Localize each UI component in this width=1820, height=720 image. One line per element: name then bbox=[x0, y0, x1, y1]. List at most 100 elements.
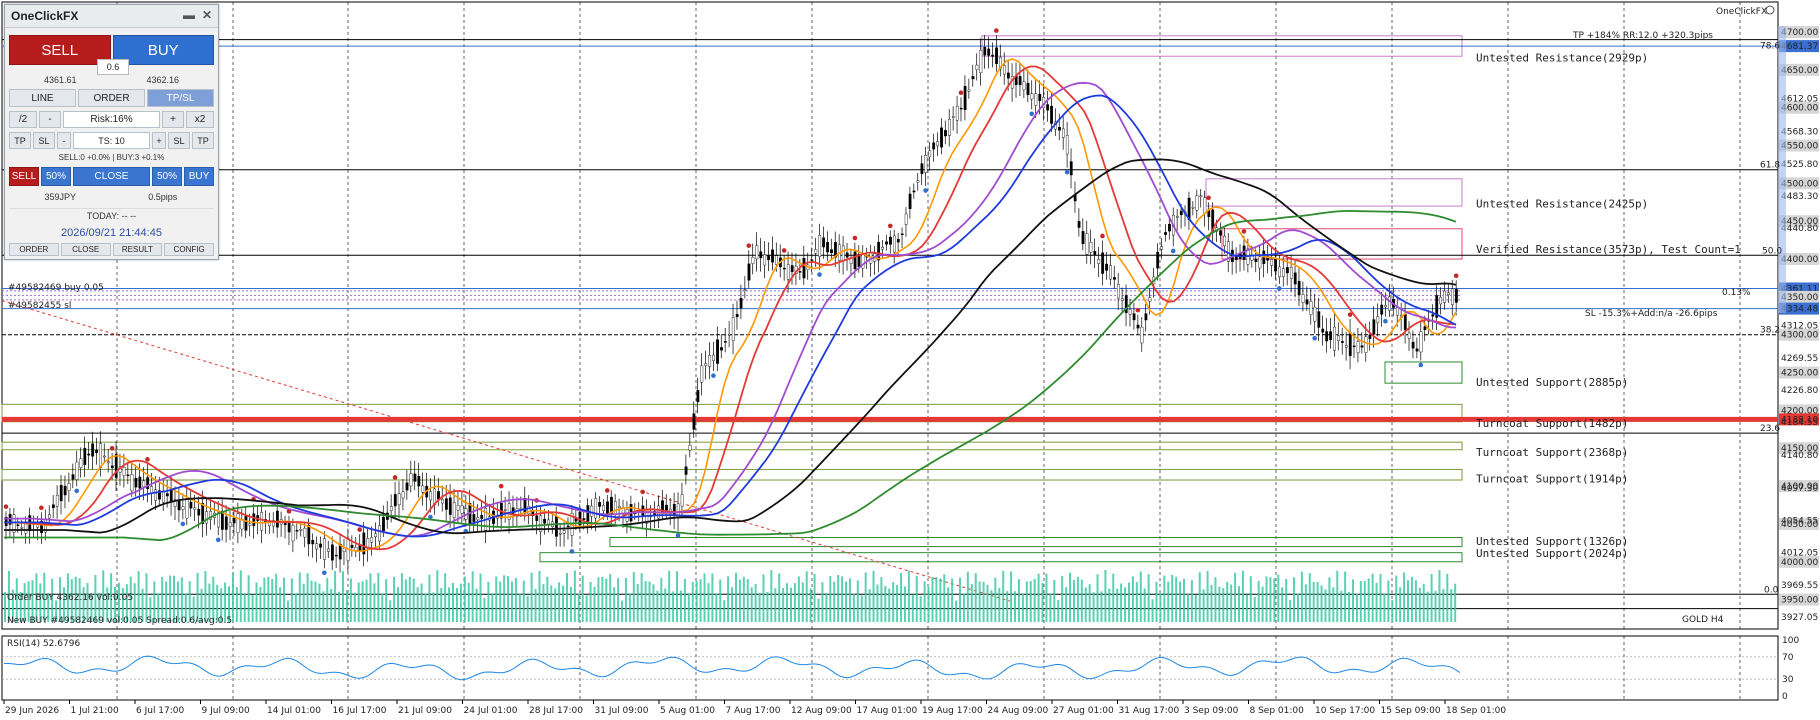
volume-bar-292 bbox=[1151, 599, 1154, 622]
candle-body-245 bbox=[967, 89, 971, 92]
volume-bar-282 bbox=[1112, 573, 1115, 622]
candle-body-288 bbox=[1136, 324, 1140, 329]
candle-body-182 bbox=[720, 347, 723, 351]
candle-body-302 bbox=[1191, 207, 1195, 209]
candle-body-305 bbox=[1203, 197, 1207, 214]
volume-bar-180 bbox=[711, 573, 714, 622]
close-all-button[interactable]: CLOSE bbox=[73, 167, 150, 186]
panel-title-bar[interactable]: OneClickFX ▬ ✕ bbox=[5, 5, 218, 28]
time-label-1: 1 Jul 21:00 bbox=[71, 706, 120, 716]
volume-bar-165 bbox=[652, 584, 655, 622]
candle-body-174 bbox=[688, 445, 692, 451]
lot-plus-button[interactable]: + bbox=[162, 111, 184, 128]
candle-body-347 bbox=[1368, 334, 1372, 339]
candle-body-195 bbox=[771, 249, 774, 263]
volume-bar-293 bbox=[1155, 581, 1158, 622]
volume-bar-278 bbox=[1096, 574, 1099, 622]
volume-bar-357 bbox=[1407, 580, 1410, 622]
volume-bar-261 bbox=[1029, 581, 1032, 622]
close-icon[interactable]: ✕ bbox=[200, 8, 214, 22]
volume-bar-362 bbox=[1426, 591, 1429, 622]
candle-body-196 bbox=[775, 255, 778, 265]
volume-bar-103 bbox=[408, 576, 411, 622]
candle-body-251 bbox=[991, 54, 995, 57]
volume-bar-233 bbox=[919, 596, 922, 622]
volume-bar-271 bbox=[1069, 572, 1072, 622]
trailing-stop-field[interactable]: TS: 10 bbox=[73, 132, 150, 149]
time-label-17: 31 Aug 17:00 bbox=[1119, 706, 1180, 716]
tp-button-2[interactable]: TP bbox=[192, 132, 214, 149]
footer-close-button[interactable]: CLOSE bbox=[60, 243, 111, 256]
fib-label-4: 0.0 bbox=[1764, 585, 1779, 595]
tp-info: TP +184% RR:12.0 +320.3pips bbox=[1572, 31, 1713, 41]
close-sell-button[interactable]: SELL bbox=[9, 167, 39, 186]
candle-body-255 bbox=[1006, 72, 1010, 79]
tab-order[interactable]: ORDER bbox=[78, 89, 145, 107]
sell-button[interactable]: SELL bbox=[9, 35, 111, 65]
signal-dot-144 bbox=[569, 549, 575, 554]
sl-button[interactable]: SL bbox=[33, 132, 55, 149]
candle-body-148 bbox=[586, 505, 590, 522]
candle-body-303 bbox=[1195, 195, 1199, 211]
close-buy-button[interactable]: BUY bbox=[184, 167, 214, 186]
close-buy-half-button[interactable]: 50% bbox=[152, 167, 182, 186]
volume-bar-338 bbox=[1332, 587, 1335, 622]
volume-bar-151 bbox=[597, 577, 600, 622]
signal-dot-162 bbox=[640, 489, 645, 495]
close-sell-half-button[interactable]: 50% bbox=[41, 167, 71, 186]
candle-body-103 bbox=[409, 473, 413, 487]
candle-body-266 bbox=[1050, 105, 1053, 124]
candle-body-16 bbox=[67, 483, 71, 491]
volume-bar-192 bbox=[758, 592, 761, 622]
minimize-icon[interactable]: ▬ bbox=[182, 8, 196, 22]
candle-body-59 bbox=[236, 513, 240, 533]
volume-bar-254 bbox=[1002, 570, 1005, 622]
volume-bar-230 bbox=[907, 570, 910, 622]
volume-bar-85 bbox=[338, 591, 341, 622]
candle-body-246 bbox=[971, 76, 975, 80]
candle-body-58 bbox=[232, 517, 236, 524]
ts-plus-button[interactable]: + bbox=[152, 132, 166, 149]
tp-button[interactable]: TP bbox=[9, 132, 31, 149]
ts-minus-button[interactable]: - bbox=[57, 132, 71, 149]
candle-body-360 bbox=[1419, 331, 1423, 353]
price-label-32: 3969.55 bbox=[1781, 581, 1818, 591]
volume-bar-188 bbox=[742, 576, 745, 622]
footer-order-button[interactable]: ORDER bbox=[9, 243, 59, 256]
candle-body-138 bbox=[547, 519, 550, 525]
footer-config-button[interactable]: CONFIG bbox=[164, 243, 214, 256]
price-label-1: 4681.37 bbox=[1781, 42, 1818, 52]
candle-body-237 bbox=[936, 141, 940, 147]
volume-bar-213 bbox=[841, 576, 844, 622]
candle-body-350 bbox=[1380, 304, 1384, 315]
candle-body-35 bbox=[142, 480, 146, 488]
lot-minus-button[interactable]: - bbox=[39, 111, 61, 128]
sl-button-2[interactable]: SL bbox=[168, 132, 190, 149]
tab-line[interactable]: LINE bbox=[9, 89, 76, 107]
candle-body-106 bbox=[421, 485, 425, 493]
oneclickfx-panel[interactable]: OneClickFX ▬ ✕ SELL BUY 0.6 4361.61 4362… bbox=[4, 4, 219, 260]
volume-bar-302 bbox=[1190, 580, 1193, 622]
signal-dot-369 bbox=[1453, 273, 1459, 279]
volume-bar-163 bbox=[644, 581, 647, 622]
price-label-12: 4400.00 bbox=[1781, 255, 1818, 265]
volume-bar-152 bbox=[601, 576, 604, 622]
risk-field[interactable]: Risk:16% bbox=[63, 111, 160, 128]
zone-label-7: Untested Support(1326p) bbox=[1476, 535, 1628, 548]
signal-dot-279 bbox=[1100, 233, 1105, 239]
candle-body-34 bbox=[138, 476, 142, 489]
lot-double-button[interactable]: x2 bbox=[186, 111, 214, 128]
volume-bar-124 bbox=[491, 593, 494, 622]
candle-body-170 bbox=[672, 503, 676, 516]
volume-bar-237 bbox=[935, 577, 938, 622]
footer-result-button[interactable]: RESULT bbox=[112, 243, 163, 256]
volume-bar-112 bbox=[444, 573, 447, 622]
volume-bar-295 bbox=[1163, 575, 1166, 622]
volume-bar-225 bbox=[888, 588, 891, 622]
price-chart[interactable]: 29 Jun 2026 1 Jul 21:00 6 Jul 17:00 9 Jul 0… bbox=[0, 0, 1820, 720]
lot-half-button[interactable]: /2 bbox=[9, 111, 37, 128]
candle-body-332 bbox=[1309, 301, 1313, 315]
volume-bar-209 bbox=[825, 593, 828, 622]
tab-tp-sl[interactable]: TP/SL bbox=[147, 89, 214, 107]
candle-body-247 bbox=[975, 64, 979, 70]
